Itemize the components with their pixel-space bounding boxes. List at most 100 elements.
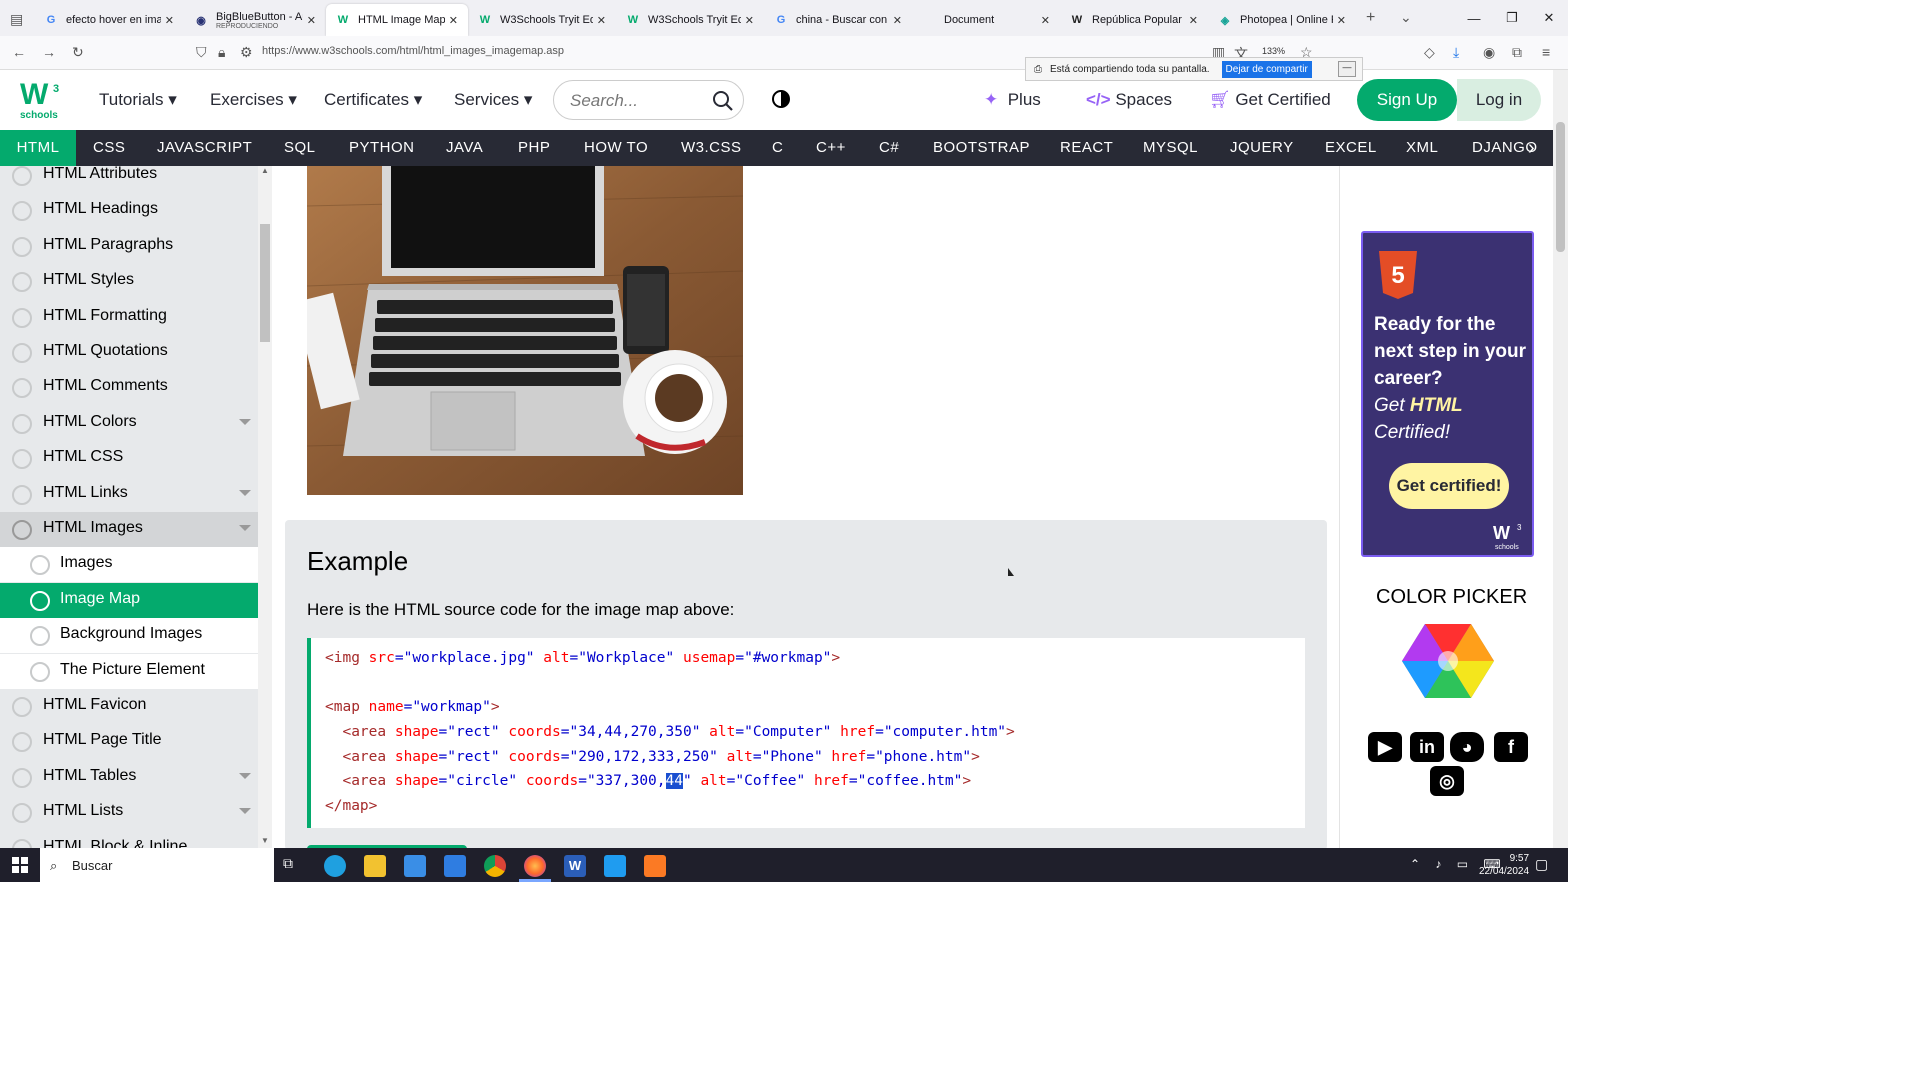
sidebar-item[interactable]: HTML Tables <box>0 760 258 795</box>
sidebar-item[interactable]: HTML Attributes <box>0 166 258 193</box>
notifications-icon[interactable]: ▢ <box>1535 856 1548 873</box>
sidebar-item[interactable]: HTML Links <box>0 477 258 512</box>
store-icon[interactable] <box>404 855 426 877</box>
browser-tab[interactable]: ◉ BigBlueButton - Aula VREPRODUCIENDO ✕ <box>184 4 326 36</box>
subject-nav-mysql[interactable]: MYSQL <box>1143 130 1198 166</box>
workplace-image[interactable] <box>307 166 743 495</box>
forward-icon[interactable]: → <box>42 44 56 60</box>
certification-ad[interactable]: 5 Ready for the next step in your career… <box>1361 231 1534 557</box>
minimize-sharing-icon[interactable]: — <box>1338 61 1356 77</box>
code-block[interactable]: <img src="workplace.jpg" alt="Workplace"… <box>307 638 1305 828</box>
close-tab-icon[interactable]: ✕ <box>1337 14 1346 27</box>
scroll-down-arrow-icon[interactable]: ▼ <box>261 836 269 845</box>
shield-icon[interactable]: ⛉ <box>196 44 207 61</box>
subject-nav-sql[interactable]: SQL <box>284 130 316 166</box>
taskbar-search-input[interactable]: ⌕ Buscar <box>40 848 274 882</box>
browser-tab[interactable]: ◈ Photopea | Online Phot ✕ <box>1208 4 1356 36</box>
instagram-icon[interactable]: ◎ <box>1430 766 1464 796</box>
vscode-icon[interactable] <box>604 855 626 877</box>
subject-nav-xml[interactable]: XML <box>1406 130 1438 166</box>
subject-nav-javascript[interactable]: JAVASCRIPT <box>157 130 252 166</box>
sidebar-item[interactable]: HTML Comments <box>0 370 258 405</box>
reload-icon[interactable]: ↻ <box>72 44 84 61</box>
close-tab-icon[interactable]: ✕ <box>745 14 754 27</box>
get-certified-link[interactable]: 🛒︎ Get Certified <box>1209 90 1331 110</box>
sidebar-item[interactable]: HTML Quotations <box>0 335 258 370</box>
account-icon[interactable]: ◉ <box>1483 44 1495 61</box>
spaces-link[interactable]: </> Spaces <box>1086 90 1172 110</box>
sidebar-item[interactable]: HTML Paragraphs <box>0 229 258 264</box>
back-icon[interactable]: ← <box>12 44 26 60</box>
download-icon[interactable]: ⤓ <box>1453 44 1459 61</box>
discord-icon[interactable]: ◕ <box>1450 732 1484 762</box>
sidebar-item[interactable]: HTML Styles <box>0 264 258 299</box>
sidebar-scrollbar[interactable]: ▲ ▼ <box>258 166 272 848</box>
extensions-icon[interactable]: ⧉ <box>1512 44 1522 61</box>
subject-nav-html[interactable]: HTML <box>0 130 76 166</box>
windows-start-icon[interactable] <box>12 857 28 873</box>
browser-tab[interactable]: W República Popular Chin ✕ <box>1060 4 1208 36</box>
dropdown-caret-icon[interactable] <box>239 772 251 779</box>
close-tab-icon[interactable]: ✕ <box>893 14 902 27</box>
subject-nav-c-[interactable]: C# <box>879 130 899 166</box>
get-certified-button[interactable]: Get certified! <box>1389 463 1509 509</box>
subject-nav-how-to[interactable]: HOW TO <box>584 130 648 166</box>
close-tab-icon[interactable]: ✕ <box>1189 14 1198 27</box>
permissions-icon[interactable]: ⚙ <box>240 44 253 61</box>
menu-services[interactable]: Services ▾ <box>454 90 532 110</box>
subject-nav-c-[interactable]: C++ <box>816 130 846 166</box>
close-tab-icon[interactable]: ✕ <box>597 14 606 27</box>
subject-nav-react[interactable]: REACT <box>1060 130 1113 166</box>
tab-overflow-chevron-icon[interactable]: ⌄ <box>1400 9 1412 26</box>
scroll-up-arrow-icon[interactable]: ▲ <box>261 166 269 175</box>
mail-icon[interactable] <box>444 855 466 877</box>
nav-next-chevron-icon[interactable]: › <box>1528 130 1535 166</box>
login-button[interactable]: Log in <box>1457 79 1541 121</box>
sidebar-item[interactable]: HTML Lists <box>0 795 258 830</box>
word-icon[interactable]: W <box>564 855 586 877</box>
sidebar-item[interactable]: HTML Colors <box>0 406 258 441</box>
page-scroll-thumb[interactable] <box>1556 122 1565 252</box>
menu-certificates[interactable]: Certificates ▾ <box>324 90 422 110</box>
minimize-icon[interactable]: — <box>1455 0 1493 36</box>
search-icon[interactable] <box>712 90 734 112</box>
close-window-icon[interactable]: ✕ <box>1530 0 1568 36</box>
subject-nav-java[interactable]: JAVA <box>446 130 483 166</box>
youtube-icon[interactable]: ▶ <box>1368 732 1402 762</box>
subject-nav-excel[interactable]: EXCEL <box>1325 130 1377 166</box>
url-field[interactable]: https://www.w3schools.com/html/html_imag… <box>262 45 564 57</box>
sidebar-item[interactable]: HTML Block & Inline <box>0 831 258 848</box>
stop-sharing-button[interactable]: Dejar de compartir <box>1221 60 1312 78</box>
app-menu-icon[interactable]: ≡ <box>1542 44 1550 60</box>
dropdown-caret-icon[interactable] <box>239 525 251 531</box>
browser-tab[interactable]: Document ✕ <box>912 4 1060 36</box>
page-scrollbar[interactable] <box>1553 70 1568 848</box>
sidebar-item[interactable]: HTML Page Title <box>0 724 258 759</box>
sidebar-item[interactable]: Background Images <box>0 618 258 654</box>
facebook-icon[interactable]: f <box>1494 732 1528 762</box>
subject-nav-bootstrap[interactable]: BOOTSTRAP <box>933 130 1030 166</box>
sidebar-item[interactable]: HTML Favicon <box>0 689 258 724</box>
contrast-toggle-icon[interactable] <box>771 89 791 109</box>
selected-text[interactable]: 44 <box>665 773 683 789</box>
subject-nav-python[interactable]: PYTHON <box>349 130 415 166</box>
browser-tab[interactable]: Gchina - Buscar con Goo ✕ <box>764 4 912 36</box>
close-tab-icon[interactable]: ✕ <box>307 14 316 27</box>
w3schools-logo[interactable]: W 3 schools <box>18 78 64 120</box>
firefox-icon[interactable] <box>524 855 546 877</box>
sidebar-item[interactable]: The Picture Element <box>0 653 258 689</box>
taskbar-clock[interactable]: 9:57 22/04/2024 <box>1479 852 1529 878</box>
browser-tab[interactable]: W W3Schools Tryit Editor ✕ <box>616 4 764 36</box>
sidebar-item[interactable]: HTML Images <box>0 512 258 547</box>
subject-nav-php[interactable]: PHP <box>518 130 550 166</box>
plus-link[interactable]: ✦ Plus <box>984 90 1041 110</box>
dropdown-caret-icon[interactable] <box>239 489 251 496</box>
browser-tab[interactable]: W W3Schools Tryit Editor ✕ <box>468 4 616 36</box>
menu-tutorials[interactable]: Tutorials ▾ <box>99 90 177 110</box>
subject-nav-w3-css[interactable]: W3.CSS <box>681 130 742 166</box>
sidebar-item[interactable]: Image Map <box>0 582 258 618</box>
close-tab-icon[interactable]: ✕ <box>449 14 458 27</box>
pocket-icon[interactable]: ◇ <box>1424 44 1435 61</box>
subject-nav-c[interactable]: C <box>772 130 783 166</box>
color-wheel-icon[interactable] <box>1402 622 1494 700</box>
